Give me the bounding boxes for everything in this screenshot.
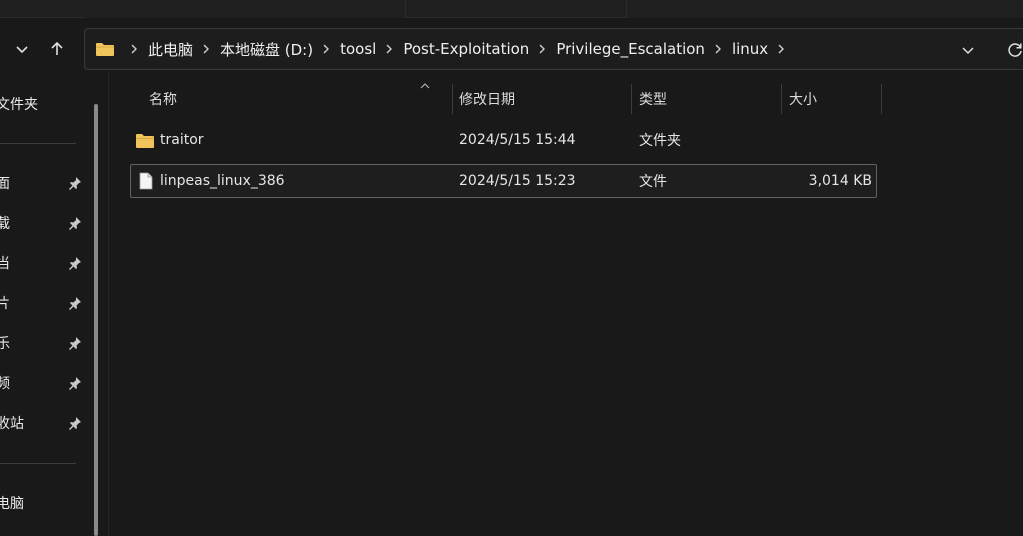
breadcrumb-local-disk[interactable]: 本地磁盘 (D:) <box>220 39 313 60</box>
sidebar-item-label: 片 <box>0 296 10 312</box>
folder-icon <box>96 43 114 56</box>
sidebar-item-recycle-bin[interactable]: 收站 <box>0 411 90 435</box>
pane-divider[interactable] <box>108 72 109 536</box>
file-modified: 2024/5/15 15:23 <box>459 173 576 189</box>
chevron-right-icon[interactable] <box>385 44 393 54</box>
file-row[interactable]: linpeas_linux_386 2024/5/15 15:23 文件 3,0… <box>130 164 877 198</box>
sidebar-item-this-pc[interactable]: 电脑 <box>0 491 90 515</box>
column-name[interactable]: 名称 <box>149 80 177 118</box>
file-type: 文件 <box>639 174 667 190</box>
navigation-pane: 文件夹 面 载 当 片 乐 频 收站 电脑 <box>0 72 100 536</box>
breadcrumb-linux[interactable]: linux <box>732 40 768 58</box>
pin-icon[interactable] <box>68 296 82 310</box>
file-icon <box>139 172 153 190</box>
recent-locations-button[interactable] <box>8 33 36 65</box>
file-modified: 2024/5/15 15:44 <box>459 132 576 148</box>
sidebar-item-label: 乐 <box>0 336 10 352</box>
sidebar-item-videos[interactable]: 频 <box>0 371 90 395</box>
sidebar-item-documents[interactable]: 当 <box>0 251 90 275</box>
address-bar[interactable]: 此电脑 本地磁盘 (D:) toosl Post-Exploitation Pr… <box>84 28 1023 70</box>
window-top-strip <box>0 0 1023 18</box>
column-header: 名称 修改日期 类型 大小 <box>130 80 882 118</box>
tab-edge <box>0 0 85 18</box>
pin-icon[interactable] <box>68 176 82 190</box>
column-size[interactable]: 大小 <box>789 80 817 118</box>
sidebar-item-desktop[interactable]: 面 <box>0 171 90 195</box>
sidebar-item-label: 面 <box>0 176 10 192</box>
pin-icon[interactable] <box>68 216 82 230</box>
sidebar-item-music[interactable]: 乐 <box>0 331 90 355</box>
chevron-right-icon[interactable] <box>538 44 546 54</box>
file-name: traitor <box>160 132 204 148</box>
sidebar-item-label: 收站 <box>0 416 24 432</box>
arrow-up-icon <box>51 41 63 55</box>
sidebar-scrollbar[interactable] <box>94 104 98 536</box>
file-type: 文件夹 <box>639 133 681 149</box>
sidebar-item-label: 载 <box>0 216 10 232</box>
breadcrumb: 此电脑 本地磁盘 (D:) toosl Post-Exploitation Pr… <box>95 29 795 69</box>
up-button[interactable] <box>43 33 71 65</box>
chevron-right-icon[interactable] <box>777 44 785 54</box>
refresh-icon[interactable] <box>1006 41 1023 59</box>
pin-icon[interactable] <box>68 376 82 390</box>
breadcrumb-toosl[interactable]: toosl <box>340 40 376 58</box>
pin-icon[interactable] <box>68 336 82 350</box>
chevron-down-icon <box>16 46 28 54</box>
folder-icon <box>136 134 154 148</box>
column-modified[interactable]: 修改日期 <box>459 80 515 118</box>
sidebar-item-pictures[interactable]: 片 <box>0 291 90 315</box>
pin-icon[interactable] <box>68 416 82 430</box>
chevron-right-icon <box>131 44 137 54</box>
sidebar-item-label: 电脑 <box>0 496 24 512</box>
breadcrumb-post-exploitation[interactable]: Post-Exploitation <box>403 40 529 58</box>
sidebar-item-label: 当 <box>0 256 10 272</box>
column-type[interactable]: 类型 <box>639 80 667 118</box>
file-size: 3,014 KB <box>808 173 872 189</box>
breadcrumb-this-pc[interactable]: 此电脑 <box>148 39 193 60</box>
chevron-right-icon[interactable] <box>322 44 330 54</box>
file-row[interactable]: traitor 2024/5/15 15:44 文件夹 <box>130 124 877 158</box>
breadcrumb-privilege-escalation[interactable]: Privilege_Escalation <box>556 40 705 58</box>
sidebar-item-folders[interactable]: 文件夹 <box>0 92 90 116</box>
chevron-right-icon[interactable] <box>714 44 722 54</box>
sidebar-item-label: 频 <box>0 376 10 392</box>
column-divider[interactable] <box>881 84 882 114</box>
pin-icon[interactable] <box>68 256 82 270</box>
column-divider[interactable] <box>781 84 782 114</box>
sidebar-item-downloads[interactable]: 载 <box>0 211 90 235</box>
column-divider[interactable] <box>631 84 632 114</box>
tab-edge <box>405 0 627 18</box>
file-name: linpeas_linux_386 <box>160 173 285 189</box>
column-divider[interactable] <box>452 84 453 114</box>
sidebar-divider <box>0 143 76 144</box>
chevron-right-icon[interactable] <box>202 44 210 54</box>
sidebar-divider <box>0 463 76 464</box>
sidebar-item-label: 文件夹 <box>0 97 38 113</box>
sort-ascending-icon <box>420 83 430 89</box>
address-history-chevron-icon[interactable] <box>961 43 975 57</box>
